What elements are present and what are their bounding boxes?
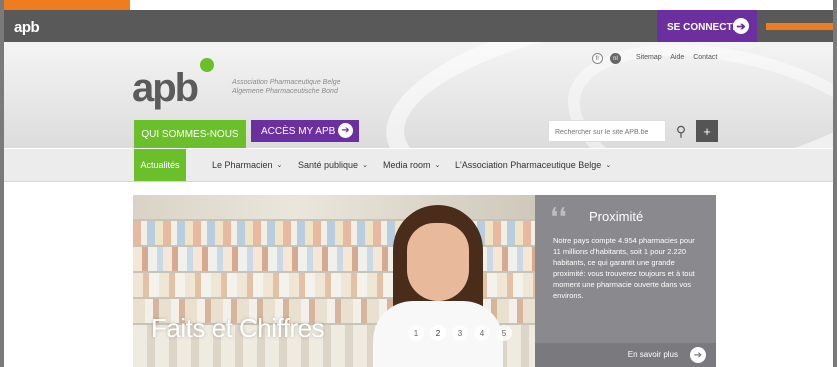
- top-bar: apb SE CONNECTER ➔: [4, 10, 837, 44]
- nav-label: Le Pharmacien: [212, 160, 273, 170]
- slider-dots: 1 2 3 4 5: [408, 325, 512, 341]
- nav-item-pharmacien[interactable]: Le Pharmacien ⌄: [212, 149, 282, 181]
- chevron-down-icon: ⌄: [605, 162, 612, 169]
- window-border: [833, 0, 837, 367]
- chevron-down-icon: ⌄: [434, 162, 441, 169]
- search-icon[interactable]: ⚲: [670, 120, 692, 142]
- chevron-down-icon: ⌄: [276, 162, 283, 169]
- sitemap-link[interactable]: Sitemap: [636, 54, 662, 61]
- nav-label: Santé publique: [298, 160, 359, 170]
- arrow-right-icon: ➔: [733, 18, 749, 34]
- info-panel: ❛❛ Proximité Notre pays compte 4.954 pha…: [535, 195, 716, 367]
- page: apb SE CONNECTER ➔ apb Association Pharm…: [0, 0, 837, 367]
- arrow-right-icon: ➔: [690, 347, 706, 363]
- association-fr: Association Pharmaceutique Belge: [232, 79, 341, 86]
- nav-label: Actualités: [140, 160, 180, 170]
- nav-item-sante-publique[interactable]: Santé publique ⌄: [298, 149, 368, 181]
- quote-icon: ❛❛: [550, 203, 567, 233]
- more-button[interactable]: En savoir plus ➔: [535, 343, 716, 367]
- logo-leaf-icon: [200, 58, 214, 72]
- more-label: En savoir plus: [627, 350, 678, 359]
- utility-links: Sitemap Aide Contact: [636, 54, 724, 61]
- slider-dot-1[interactable]: 1: [408, 325, 424, 341]
- arrow-right-icon: ➔: [338, 123, 353, 138]
- contact-link[interactable]: Contact: [693, 54, 717, 61]
- plus-button[interactable]: +: [696, 120, 718, 142]
- hero-title: Faits et Chiffres: [151, 313, 325, 343]
- tab-qui-sommes-nous[interactable]: QUI SOMMES-NOUS: [134, 120, 246, 148]
- slider-dot-5[interactable]: 5: [496, 325, 512, 341]
- apb-logo[interactable]: apb: [132, 66, 199, 111]
- search-input[interactable]: [549, 121, 665, 144]
- nav-item-media-room[interactable]: Media room ⌄: [383, 149, 440, 181]
- orange-tab: [0, 0, 130, 10]
- photo-face: [407, 223, 469, 301]
- connect-button[interactable]: SE CONNECTER ➔: [657, 10, 757, 44]
- pharmacist-photo: [373, 205, 503, 367]
- association-name: Association Pharmaceutique Belge Algemen…: [232, 78, 341, 96]
- nav-item-actualites[interactable]: Actualités: [134, 149, 186, 181]
- hero-slider[interactable]: Faits et Chiffres 1 2 3 4 5: [133, 195, 535, 367]
- main-nav: Actualités Le Pharmacien ⌄ Santé publiqu…: [4, 149, 833, 182]
- small-logo[interactable]: apb: [14, 19, 40, 36]
- window-border: [0, 0, 4, 367]
- association-nl: Algemene Pharmaceutische Bond: [232, 88, 338, 95]
- search-box: [548, 120, 666, 144]
- header: apb Association Pharmaceutique Belge Alg…: [4, 42, 833, 148]
- info-text: Notre pays compte 4.954 pharmacies pour …: [553, 236, 695, 300]
- slider-dot-3[interactable]: 3: [452, 325, 468, 341]
- nav-label: L'Association Pharmaceutique Belge: [455, 160, 602, 170]
- info-title: Proximité: [589, 209, 644, 224]
- acces-label: ACCÈS MY APB: [261, 125, 336, 137]
- help-link[interactable]: Aide: [670, 54, 684, 61]
- nav-item-association[interactable]: L'Association Pharmaceutique Belge ⌄: [455, 149, 611, 181]
- chevron-down-icon: ⌄: [362, 162, 368, 169]
- orange-accent: [766, 23, 837, 30]
- nav-label: Media room: [383, 160, 431, 170]
- tab-acces-my-apb[interactable]: ACCÈS MY APB ➔: [251, 120, 359, 142]
- slider-dot-4[interactable]: 4: [474, 325, 490, 341]
- slider-dot-2[interactable]: 2: [430, 325, 446, 341]
- lang-nl-button[interactable]: nl: [610, 53, 621, 64]
- lang-fr-button[interactable]: fr: [592, 53, 603, 64]
